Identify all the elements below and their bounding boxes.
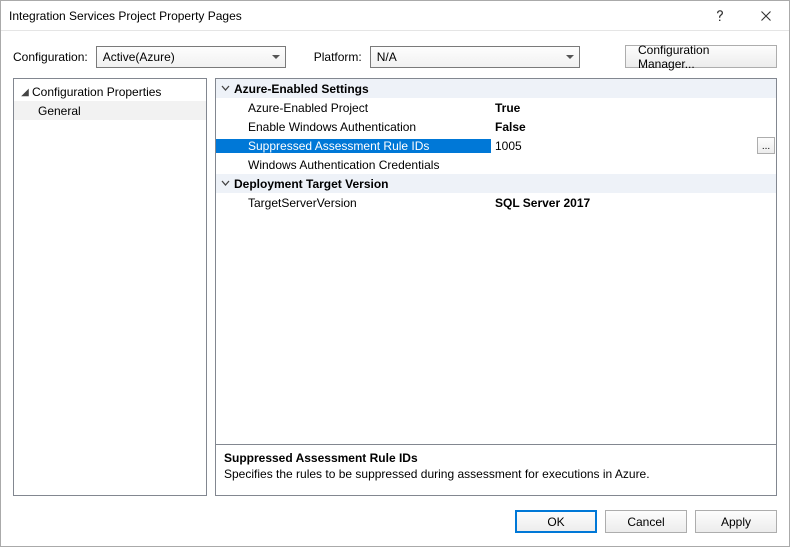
description-body: Specifies the rules to be suppressed dur… (224, 467, 768, 481)
help-button[interactable] (697, 1, 743, 31)
prop-name: Azure-Enabled Project (248, 101, 368, 115)
window-title: Integration Services Project Property Pa… (1, 9, 697, 23)
tree-pane: ◢ Configuration Properties General (13, 78, 207, 496)
property-grid: Azure-Enabled Settings Azure-Enabled Pro… (215, 78, 777, 445)
tree-label: Configuration Properties (32, 85, 161, 99)
configuration-manager-button[interactable]: Configuration Manager... (625, 45, 777, 68)
prop-enable-windows-authentication[interactable]: Enable Windows Authentication False (216, 117, 776, 136)
prop-value: True (495, 101, 520, 115)
prop-windows-authentication-credentials[interactable]: Windows Authentication Credentials (216, 155, 776, 174)
tree-item-general[interactable]: General (14, 101, 206, 120)
prop-name: Enable Windows Authentication (248, 120, 416, 134)
platform-label: Platform: (314, 50, 362, 64)
category-deployment-target-version[interactable]: Deployment Target Version (216, 174, 776, 193)
chevron-down-icon[interactable] (216, 179, 234, 188)
configuration-combo[interactable]: Active(Azure) (96, 46, 286, 68)
prop-value: SQL Server 2017 (495, 196, 590, 210)
prop-name: TargetServerVersion (248, 196, 357, 210)
chevron-down-icon[interactable] (216, 84, 234, 93)
dialog-button-row: OK Cancel Apply (1, 496, 789, 533)
description-pane: Suppressed Assessment Rule IDs Specifies… (215, 444, 777, 496)
configuration-row: Configuration: Active(Azure) Platform: N… (1, 31, 789, 78)
prop-value: False (495, 120, 526, 134)
ok-button[interactable]: OK (515, 510, 597, 533)
description-title: Suppressed Assessment Rule IDs (224, 451, 768, 465)
prop-target-server-version[interactable]: TargetServerVersion SQL Server 2017 (216, 193, 776, 212)
apply-button[interactable]: Apply (695, 510, 777, 533)
category-label: Azure-Enabled Settings (234, 82, 369, 96)
tree-label: General (38, 104, 81, 118)
category-azure-enabled-settings[interactable]: Azure-Enabled Settings (216, 79, 776, 98)
prop-azure-enabled-project[interactable]: Azure-Enabled Project True (216, 98, 776, 117)
prop-value: 1005 (495, 139, 522, 153)
tree-item-configuration-properties[interactable]: ◢ Configuration Properties (14, 83, 206, 101)
titlebar: Integration Services Project Property Pa… (1, 1, 789, 31)
category-label: Deployment Target Version (234, 177, 388, 191)
tree-expander-icon[interactable]: ◢ (18, 87, 32, 98)
configuration-label: Configuration: (13, 50, 88, 64)
cancel-button[interactable]: Cancel (605, 510, 687, 533)
prop-suppressed-assessment-rule-ids[interactable]: Suppressed Assessment Rule IDs 1005 (216, 136, 776, 155)
platform-combo[interactable]: N/A (370, 46, 580, 68)
prop-name: Windows Authentication Credentials (248, 158, 439, 172)
close-button[interactable] (743, 1, 789, 31)
prop-name: Suppressed Assessment Rule IDs (248, 139, 429, 153)
content-area: ◢ Configuration Properties General Azure… (1, 78, 789, 496)
browse-ellipsis-button[interactable]: ... (757, 137, 775, 154)
property-pane: Azure-Enabled Settings Azure-Enabled Pro… (215, 78, 777, 496)
